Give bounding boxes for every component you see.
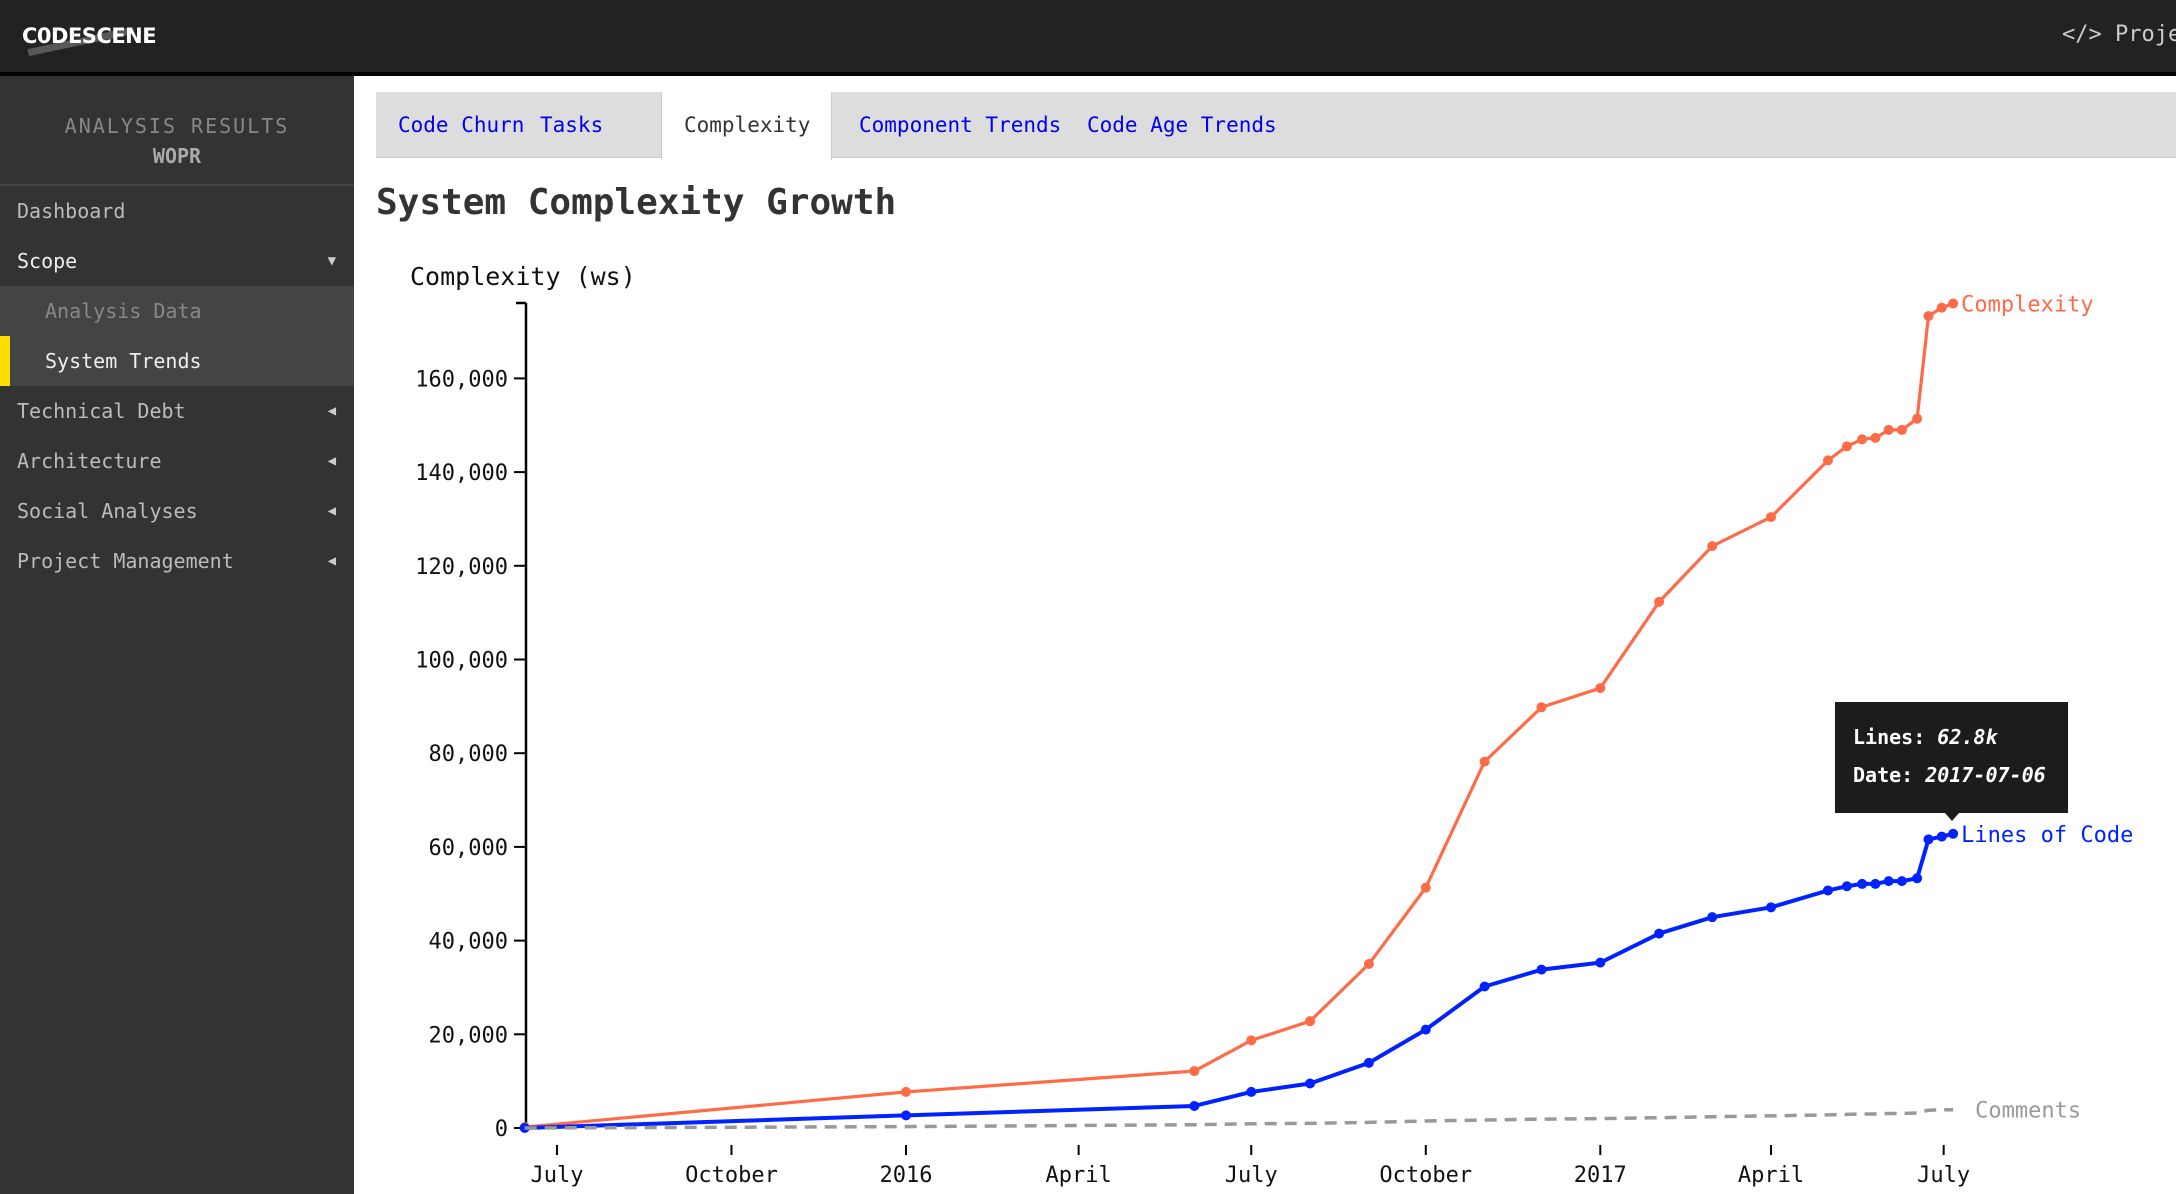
x-tick-label: 2016 bbox=[880, 1163, 933, 1188]
logo-text: C0DESCENE bbox=[22, 24, 157, 48]
data-point bbox=[1766, 512, 1777, 523]
data-point bbox=[1246, 1035, 1257, 1046]
tooltip-lines-value: 62.8k bbox=[1937, 725, 1998, 749]
data-point bbox=[1841, 441, 1852, 452]
x-tick-label: July bbox=[530, 1163, 583, 1188]
data-point bbox=[1912, 873, 1923, 884]
y-tick-label: 120,000 bbox=[415, 555, 508, 580]
y-tick-label: 140,000 bbox=[415, 461, 508, 486]
y-tick-label: 80,000 bbox=[429, 742, 508, 767]
data-point bbox=[1870, 878, 1881, 889]
x-tick-label: July bbox=[1917, 1163, 1970, 1188]
data-point bbox=[1707, 912, 1718, 923]
data-point bbox=[1912, 413, 1923, 424]
series-label-lines-of-code: Lines of Code bbox=[1961, 823, 2133, 848]
y-tick-label: 60,000 bbox=[429, 836, 508, 861]
data-point bbox=[1857, 434, 1868, 445]
data-point bbox=[1766, 902, 1777, 913]
series-label-comments: Comments bbox=[1975, 1099, 2081, 1124]
data-point bbox=[1654, 596, 1665, 607]
series-label-complexity: Complexity bbox=[1961, 292, 2093, 317]
x-tick-label: 2017 bbox=[1574, 1163, 1627, 1188]
data-point bbox=[1936, 831, 1947, 842]
data-point bbox=[1305, 1078, 1316, 1089]
x-tick-label: April bbox=[1738, 1163, 1804, 1188]
data-point bbox=[1189, 1100, 1200, 1111]
data-point bbox=[1707, 541, 1718, 552]
y-axis-title: Complexity (ws) bbox=[410, 262, 636, 291]
data-point bbox=[1936, 302, 1947, 313]
y-tick-label: 20,000 bbox=[429, 1023, 508, 1048]
data-point bbox=[1870, 432, 1881, 443]
data-point bbox=[1883, 876, 1894, 887]
data-point bbox=[1896, 876, 1907, 887]
data-point bbox=[1857, 878, 1868, 889]
data-point bbox=[1595, 683, 1606, 694]
data-point bbox=[1923, 834, 1934, 845]
data-point bbox=[1923, 311, 1934, 322]
complexity-chart: Complexity (ws) 0 20,000 40,000 60,000 80,000… bbox=[410, 262, 2133, 1188]
tooltip-date-value: 2017-07-06 bbox=[1925, 763, 2046, 787]
x-tick-label: April bbox=[1046, 1163, 1112, 1188]
data-point bbox=[1654, 928, 1665, 939]
codescene-logo[interactable]: C0DESCENE bbox=[22, 24, 157, 57]
x-tick-label: October bbox=[685, 1163, 778, 1188]
data-point bbox=[1420, 1024, 1431, 1035]
data-point bbox=[1841, 881, 1852, 892]
x-tick-label: October bbox=[1379, 1163, 1472, 1188]
data-point bbox=[1363, 959, 1374, 970]
data-point bbox=[1948, 828, 1959, 839]
y-tick-label: 40,000 bbox=[429, 930, 508, 955]
data-point bbox=[1246, 1086, 1257, 1097]
data-point bbox=[1363, 1057, 1374, 1068]
data-point bbox=[1822, 885, 1833, 896]
data-point bbox=[1305, 1016, 1316, 1027]
tooltip-date-label: Date: bbox=[1853, 763, 1914, 787]
data-point bbox=[1536, 702, 1547, 713]
y-tick-label: 100,000 bbox=[415, 649, 508, 674]
data-point bbox=[1420, 882, 1431, 893]
series-line-comments bbox=[524, 1107, 1954, 1130]
data-point bbox=[1948, 298, 1959, 309]
data-point bbox=[901, 1110, 911, 1121]
data-point bbox=[1822, 455, 1833, 466]
chart-tooltip: Lines: 62.8k Date: 2017-07-06 bbox=[1835, 702, 2068, 821]
y-tick-label: 0 bbox=[495, 1117, 508, 1142]
data-point bbox=[1883, 424, 1894, 435]
data-point bbox=[1896, 424, 1907, 435]
tooltip-lines-label: Lines: bbox=[1853, 725, 1926, 749]
series-line-lines-of-code bbox=[524, 831, 1954, 1130]
data-point bbox=[1479, 756, 1490, 767]
data-point bbox=[1189, 1066, 1200, 1077]
data-point bbox=[1595, 957, 1606, 968]
data-point bbox=[1536, 964, 1547, 975]
series-line-complexity bbox=[524, 301, 1954, 1129]
data-point bbox=[901, 1086, 911, 1097]
y-tick-label: 160,000 bbox=[415, 367, 508, 392]
data-point bbox=[1479, 981, 1490, 992]
x-tick-label: July bbox=[1225, 1163, 1278, 1188]
